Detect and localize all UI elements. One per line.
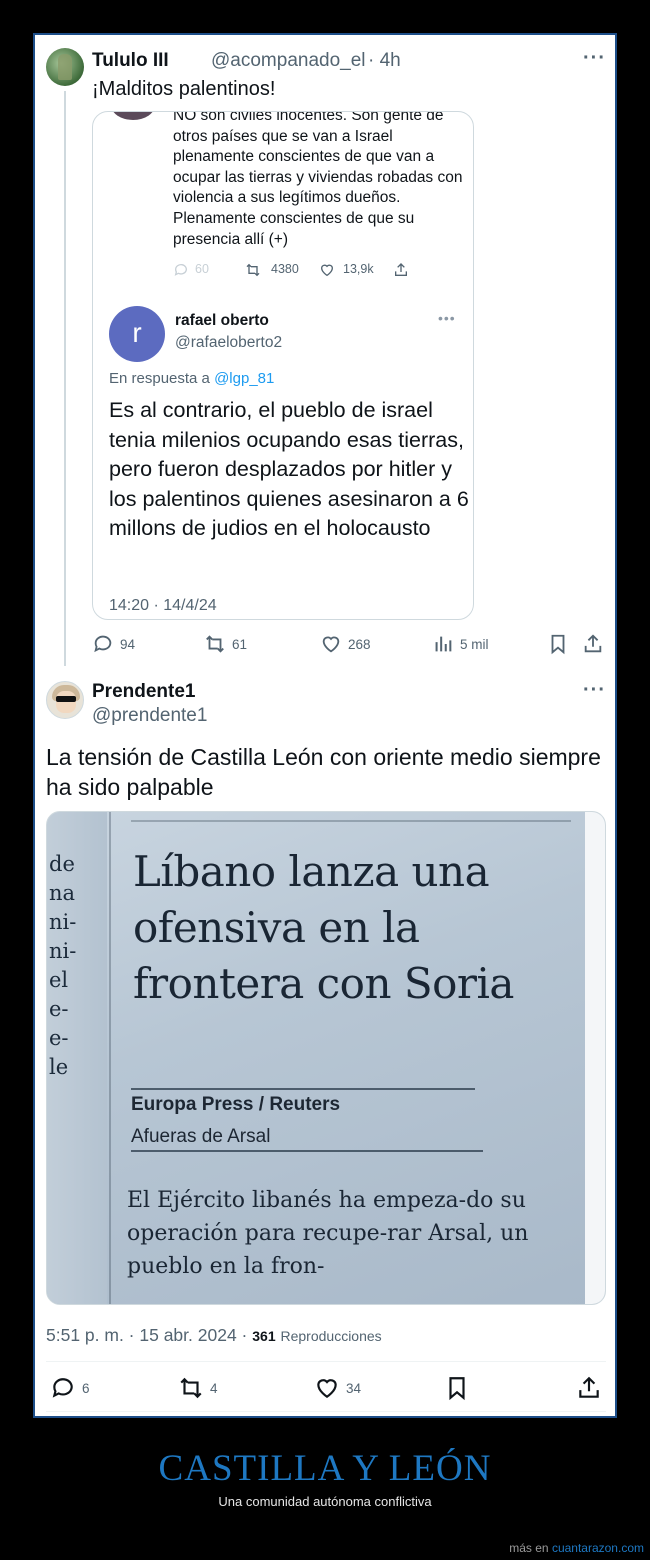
share-button[interactable] xyxy=(576,1375,602,1401)
bookmark-icon xyxy=(444,1375,470,1401)
retweet-button[interactable]: 4 xyxy=(178,1375,218,1401)
views-button[interactable]: 5 mil xyxy=(432,633,489,655)
tweet-text: La tensión de Castilla León con oriente … xyxy=(46,744,601,800)
bookmark-button[interactable] xyxy=(547,633,569,655)
reply-icon xyxy=(50,1375,76,1401)
reply-button[interactable]: 6 xyxy=(50,1375,90,1401)
column-rule xyxy=(109,812,111,1304)
tweet-tululo: Tululo III @acompanado_el · 4h ··· ¡Mald… xyxy=(35,35,615,675)
retweet-icon xyxy=(204,633,226,655)
retweet-count: 61 xyxy=(232,636,248,652)
reply-icon xyxy=(173,262,189,281)
share-icon xyxy=(393,262,409,281)
divider xyxy=(46,1411,606,1412)
fragment: el xyxy=(49,968,69,992)
fragment: ni- xyxy=(49,910,77,934)
reply-timestamp: 14:20 · 14/4/24 xyxy=(109,597,217,614)
avatar-previous xyxy=(111,112,155,120)
credit-prefix: más en xyxy=(509,1541,549,1555)
like-count: 13,9k xyxy=(343,262,374,276)
views-icon xyxy=(432,633,454,655)
like-icon xyxy=(314,1375,340,1401)
reply-text: Es al contrario, el pueblo de israel ten… xyxy=(109,398,469,540)
reply-author-handle: @rafaeloberto2 xyxy=(175,334,283,351)
author-handle[interactable]: @acompanado_el xyxy=(211,50,366,72)
tweet-actions: 6 4 34 xyxy=(50,1375,610,1401)
fragment: le xyxy=(49,1055,69,1079)
in-reply-to: En respuesta a @lgp_81 xyxy=(109,370,274,387)
avatar-rafael: r xyxy=(109,306,165,362)
in-reply-prefix: En respuesta a xyxy=(109,370,210,387)
retweet-icon xyxy=(178,1375,204,1401)
caption-subtitle: Una comunidad autónoma conflictiva xyxy=(218,1494,432,1509)
tweet-meta: 5:51 p. m. · 15 abr. 2024 · 361 Reproduc… xyxy=(46,1325,382,1346)
reply-author-name: rafael oberto xyxy=(175,312,269,329)
avatar-tululo[interactable] xyxy=(46,48,84,86)
views-count: 361 xyxy=(252,1328,276,1344)
thread-line xyxy=(64,91,66,666)
in-reply-handle: @lgp_81 xyxy=(214,370,275,387)
column-fragments: de na ni- ni- el e- e- le xyxy=(49,850,76,1082)
retweet-icon xyxy=(245,262,261,281)
previous-tweet-text: NO son civiles inocentes. Son gente de o… xyxy=(173,111,463,248)
top-rule xyxy=(131,820,571,822)
tweet-actions: 94 61 268 5 mil xyxy=(92,633,607,657)
screenshot-card: Tululo III @acompanado_el · 4h ··· ¡Mald… xyxy=(33,33,617,1418)
fragment: e- xyxy=(49,1026,69,1050)
like-button[interactable]: 268 xyxy=(320,633,371,655)
photo-edge xyxy=(585,812,605,1304)
retweet-count: 4 xyxy=(210,1380,218,1396)
reply-icon xyxy=(92,633,114,655)
newspaper-dateline: Afueras de Arsal xyxy=(131,1126,271,1147)
more-icon: ••• xyxy=(438,310,456,326)
site-credit: más en cuantarazon.com xyxy=(509,1541,644,1555)
author-name[interactable]: Tululo III xyxy=(92,50,169,72)
views-label: Reproducciones xyxy=(280,1328,382,1344)
share-icon xyxy=(582,633,604,655)
caption-title: CASTILLA Y LEÓN xyxy=(158,1448,492,1489)
fragment: e- xyxy=(49,997,69,1021)
newspaper-lede: El Ejército libanés ha empeza-do su oper… xyxy=(127,1188,529,1279)
like-button[interactable]: 34 xyxy=(314,1375,361,1401)
headline-rule xyxy=(131,1088,475,1090)
newspaper-byline: Europa Press / Reuters xyxy=(131,1094,341,1115)
reply-count: 60 xyxy=(195,262,209,276)
author-handle[interactable]: @prendente1 xyxy=(92,705,207,727)
fragment: na xyxy=(49,881,76,905)
tweet-text: ¡Malditos palentinos! xyxy=(92,78,276,100)
retweet-count: 4380 xyxy=(271,262,299,276)
fragment: de xyxy=(49,852,75,876)
newspaper-headline: Líbano lanza una ofensiva en la frontera… xyxy=(133,847,514,1008)
divider xyxy=(46,1361,606,1362)
like-count: 34 xyxy=(346,1380,362,1396)
site-link[interactable]: cuantarazon.com xyxy=(552,1541,644,1555)
more-icon[interactable]: ··· xyxy=(583,47,606,70)
quoted-screenshot: NO son civiles inocentes. Son gente de o… xyxy=(92,111,474,620)
bookmark-button[interactable] xyxy=(444,1375,470,1401)
reply-count: 94 xyxy=(120,636,136,652)
previous-tweet-actions: 60 4380 13,9k xyxy=(173,262,473,280)
newspaper-photo[interactable]: de na ni- ni- el e- e- le Líbano lanza u… xyxy=(46,811,606,1305)
tweet-time[interactable]: · 4h xyxy=(368,50,401,72)
like-icon xyxy=(319,262,335,281)
tweet-time[interactable]: 5:51 p. m. · 15 abr. 2024 · xyxy=(46,1325,247,1345)
retweet-button[interactable]: 61 xyxy=(204,633,247,655)
avatar-prendente[interactable] xyxy=(46,681,84,719)
author-name[interactable]: Prendente1 xyxy=(92,681,195,703)
byline-rule xyxy=(131,1150,483,1152)
fragment: ni- xyxy=(49,939,77,963)
reply-button[interactable]: 94 xyxy=(92,633,135,655)
reply-count: 6 xyxy=(82,1380,90,1396)
more-icon[interactable]: ··· xyxy=(583,679,606,702)
share-button[interactable] xyxy=(582,633,604,655)
bookmark-icon xyxy=(547,633,569,655)
like-count: 268 xyxy=(348,636,371,652)
like-icon xyxy=(320,633,342,655)
views-count: 5 mil xyxy=(460,636,489,652)
share-icon xyxy=(576,1375,602,1401)
